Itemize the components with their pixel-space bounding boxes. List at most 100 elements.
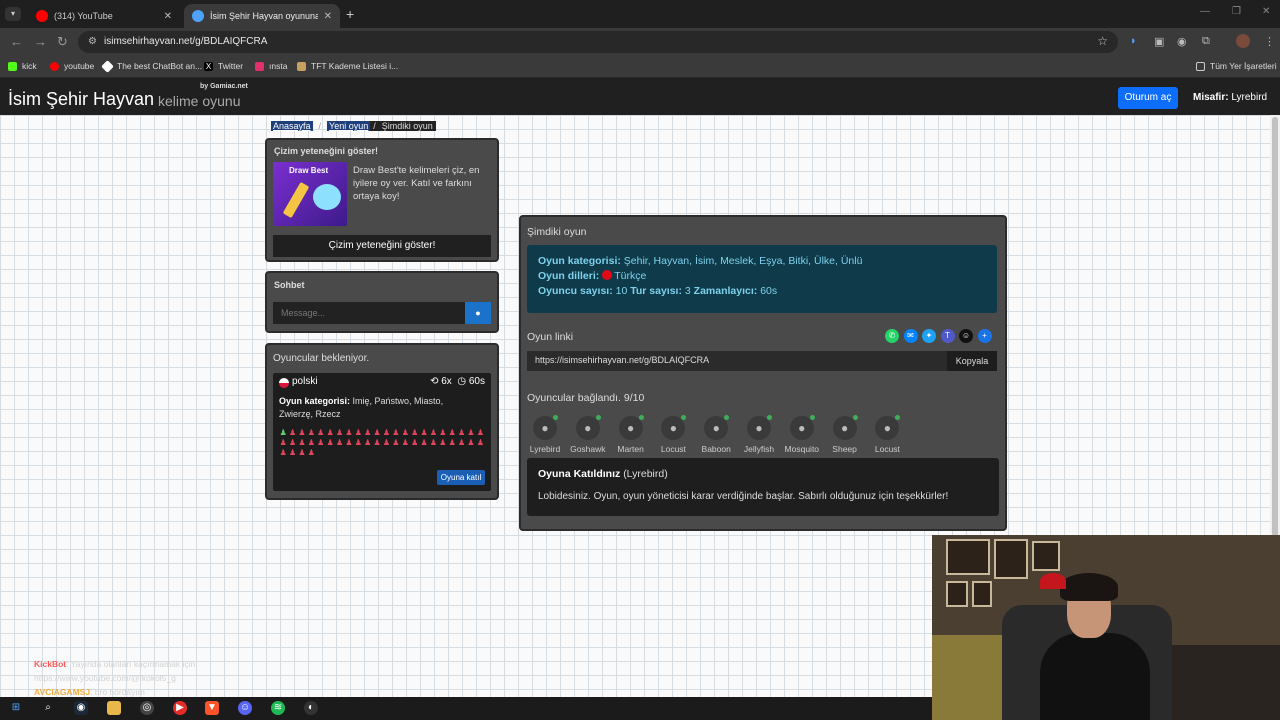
more-share-icon[interactable]: + [977, 329, 992, 343]
address-bar: ← → ↻ ⚙ isimsehirhayvan.net/g/BDLAIQFCRA… [0, 28, 1280, 56]
spotify-icon[interactable]: ≋ [271, 701, 285, 715]
game-link-field[interactable]: https://isimsehirhayvan.net/g/BDLAIQFCRA [527, 351, 947, 371]
bookmark-insta[interactable]: ınsta [255, 61, 287, 71]
translate-icon[interactable]: ▣ [1154, 35, 1164, 48]
seat-empty-icon: ♟ [354, 428, 362, 437]
bookmark-chatbot[interactable]: The best ChatBot an... [101, 59, 203, 73]
url-text: isimsehirhayvan.net/g/BDLAIQFCRA [104, 36, 268, 47]
waiting-game-card[interactable]: polski ⟲ 6x ◷ 60s Oyun kategorisi: Imię,… [273, 373, 491, 491]
puzzle-icon[interactable]: ⧉ [1202, 35, 1210, 48]
chat-send-button[interactable]: ● [465, 302, 491, 324]
player-item[interactable]: ● Lyrebird [523, 415, 567, 454]
snapchat-icon[interactable]: ☺ [959, 329, 973, 343]
bookmark-label: youtube [64, 61, 95, 71]
discord-icon[interactable]: ☺ [238, 701, 252, 715]
bookmark-label: Twitter [218, 61, 244, 71]
windows-start-icon[interactable]: ⊞ [9, 701, 23, 715]
tab-title: İsim Şehir Hayvan oyununa katı [210, 11, 318, 21]
close-icon[interactable]: ✕ [164, 11, 172, 22]
bookmark-twitter[interactable]: X Twitter [204, 61, 243, 71]
site-favicon-icon [192, 10, 204, 22]
reload-icon[interactable]: ↻ [57, 34, 68, 50]
teams-icon[interactable]: T [940, 329, 955, 343]
chrome-icon[interactable]: ◎ [140, 701, 154, 715]
seat-empty-icon: ♟ [467, 428, 475, 437]
player-name: Sheep [832, 444, 857, 454]
player-item[interactable]: ● Locust [651, 415, 695, 454]
tab-isim-sehir-hayvan[interactable]: İsim Şehir Hayvan oyununa katı ✕ [184, 4, 340, 28]
player-item[interactable]: ● Mosquito [780, 415, 824, 454]
seat-empty-icon: ♟ [317, 438, 325, 447]
breadcrumb-new-game[interactable]: Yeni oyun [327, 121, 371, 131]
player-item[interactable]: ● Jellyfish [737, 415, 781, 454]
brave-icon[interactable]: ▼ [205, 701, 219, 715]
player-item[interactable]: ● Marten [609, 415, 653, 454]
chat-message-input[interactable]: Message... [273, 302, 465, 324]
obs-icon[interactable]: ◐ [304, 701, 318, 715]
x-icon: X [204, 61, 213, 71]
rounds-value: 3 [684, 285, 691, 297]
current-game-panel: Şimdiki oyun Oyun kategorisi: Şehir, Hay… [519, 215, 1007, 531]
site-logo-subtitle: kelime oyunu [158, 93, 241, 109]
player-name: Marten [617, 444, 644, 454]
timer-label: Zamanlayıcı: [693, 285, 758, 297]
copy-link-button[interactable]: Kopyala [947, 351, 997, 371]
site-logo[interactable]: İsim Şehir Hayvan [8, 89, 154, 110]
video-player-icon[interactable]: ▶ [173, 701, 187, 715]
player-item[interactable]: ● Baboon [694, 415, 738, 454]
back-arrow-icon[interactable]: ← [10, 34, 23, 49]
login-button[interactable]: Oturum aç [1118, 87, 1178, 109]
extension-icon[interactable]: ◉ [1177, 35, 1187, 48]
bookmark-label: kick [22, 61, 37, 71]
join-game-button[interactable]: Oyuna katıl [437, 470, 485, 485]
breadcrumb-separator: / [370, 121, 379, 131]
seat-empty-icon: ♟ [392, 438, 400, 447]
minimize-icon[interactable]: — [1200, 6, 1210, 17]
new-tab-button[interactable]: + [346, 6, 354, 22]
draw-best-button[interactable]: Çizim yeteneğini göster! [273, 235, 491, 257]
bookmark-youtube[interactable]: youtube [50, 61, 94, 71]
bookmark-tft[interactable]: TFT Kademe Listesi i... [297, 61, 398, 71]
draw-best-image[interactable]: Draw Best [273, 162, 347, 226]
webcam-person-hair [1060, 573, 1118, 601]
bookmark-label: The best ChatBot an... [117, 61, 203, 71]
player-item[interactable]: ● Locust [865, 415, 909, 454]
joined-notice: Oyuna Katıldınız (Lyrebird) Lobidesiniz.… [527, 458, 999, 516]
file-explorer-icon[interactable] [107, 701, 121, 715]
all-bookmarks[interactable]: Tüm Yer İşaretleri [1196, 61, 1277, 71]
menu-dots-icon[interactable]: ⋮ [1264, 35, 1275, 48]
webcam-sofa [932, 635, 1012, 720]
tab-youtube[interactable]: (314) YouTube ✕ [28, 4, 180, 28]
player-item[interactable]: ● Goshawk [566, 415, 610, 454]
breadcrumb-home[interactable]: Anasayfa [271, 121, 313, 131]
bookmark-kick[interactable]: kick [8, 61, 37, 71]
seat-empty-icon: ♟ [420, 438, 428, 447]
seat-empty-icon: ♟ [439, 428, 447, 437]
player-item[interactable]: ● Sheep [823, 415, 867, 454]
seat-empty-icon: ♟ [429, 438, 438, 447]
whatsapp-icon[interactable]: ✆ [885, 329, 899, 343]
search-icon[interactable]: ⌕ [41, 701, 55, 715]
close-icon[interactable]: ✕ [324, 11, 332, 22]
badge-icon [313, 184, 341, 210]
forward-arrow-icon[interactable]: → [34, 34, 47, 49]
maximize-icon[interactable]: ❐ [1232, 6, 1241, 17]
players-value: 10 [615, 285, 628, 297]
steam-icon[interactable]: ◉ [74, 701, 88, 715]
extension-icon[interactable]: ◗ [1130, 35, 1137, 47]
seat-empty-icon: ♟ [289, 438, 297, 447]
current-game-title: Şimdiki oyun [527, 226, 587, 238]
guest-label: Misafir: Lyrebird [1193, 92, 1267, 103]
site-info-icon[interactable]: ⚙ [88, 36, 97, 47]
scrollbar-thumb[interactable] [1272, 117, 1278, 537]
window-close-icon[interactable]: ✕ [1262, 6, 1270, 17]
profile-avatar[interactable] [1236, 34, 1250, 48]
messenger-icon[interactable]: ✉ [903, 329, 918, 343]
url-omnibox[interactable]: ⚙ isimsehirhayvan.net/g/BDLAIQFCRA ☆ [78, 31, 1118, 53]
twitter-icon[interactable]: ✦ [922, 329, 936, 343]
wall-poster [994, 539, 1028, 579]
seat-empty-icon: ♟ [279, 448, 287, 457]
bookmark-star-icon[interactable]: ☆ [1097, 34, 1108, 48]
timer-value: 60s [468, 376, 485, 387]
tab-search-chevron-icon[interactable]: ▾ [5, 7, 21, 21]
